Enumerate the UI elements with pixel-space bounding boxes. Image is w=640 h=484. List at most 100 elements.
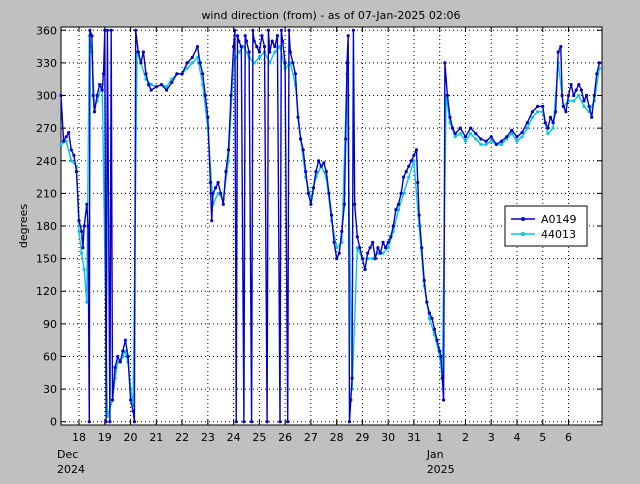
data-point [432,327,437,331]
data-point [332,240,336,244]
data-point [469,132,473,136]
data-point [195,45,200,49]
data-point [80,229,84,233]
data-point [100,88,104,92]
data-point [281,39,285,43]
data-point [88,28,92,32]
x-tick-label: 5 [539,431,546,444]
data-point [337,251,341,255]
data-point [366,251,370,255]
data-point [445,93,449,98]
data-point [351,28,355,32]
data-point [463,139,468,143]
data-point [515,135,519,139]
data-point [360,257,364,261]
data-point [416,180,420,185]
data-point [322,161,326,165]
data-point [595,72,599,76]
data-point [317,159,321,163]
data-point [510,128,514,132]
data-point [440,376,444,380]
data-point [270,39,274,43]
data-point [551,126,555,130]
y-tick-label: 210 [36,187,57,200]
data-point [391,224,395,228]
data-point [399,191,403,195]
data-point [420,246,424,250]
data-point [451,126,455,130]
data-point [301,148,305,152]
y-tick-label: 30 [43,383,57,396]
data-point [144,72,148,76]
data-point [296,115,300,119]
data-point [165,88,169,92]
data-point [525,126,529,130]
data-point [252,39,256,43]
data-point [371,240,375,244]
y-tick-label: 120 [36,285,57,298]
x-tick-label: 23 [201,431,215,444]
data-point [260,34,264,38]
x-tick-label: 30 [381,431,395,444]
data-point [141,50,145,54]
data-point [293,72,297,76]
data-point [311,186,316,190]
data-point [233,28,237,32]
data-point [402,175,406,179]
data-point [69,159,73,163]
data-point [409,159,413,163]
data-point [208,180,212,185]
data-point [319,164,323,168]
data-point [560,93,564,98]
data-point [268,50,272,54]
x-tick-label: 24 [227,431,241,444]
data-point [203,93,207,98]
data-point [175,72,179,76]
x-tick-label: 31 [407,431,421,444]
x-tick-label: 25 [252,431,266,444]
data-point [190,55,194,60]
data-point [129,398,133,402]
data-point [288,50,292,54]
data-point [353,202,357,206]
data-point [345,61,349,65]
y-tick-label: 270 [36,122,57,135]
data-point [216,180,220,185]
data-point [314,170,318,174]
data-point [376,246,380,250]
data-point [479,142,483,146]
data-point [234,420,238,424]
data-point [414,148,419,152]
x-tick-label: 4 [513,431,520,444]
data-point [597,61,602,65]
x-tick-label: 22 [175,431,189,444]
data-point [86,224,90,228]
data-point [90,34,94,38]
data-point [229,93,233,98]
data-point [407,164,411,168]
data-point [180,72,184,76]
data-point [530,110,535,114]
data-point [569,83,573,87]
data-point [244,39,249,43]
data-point [349,398,353,402]
data-point [587,104,591,108]
data-point [210,219,214,223]
data-point [279,28,283,32]
data-point [347,420,352,424]
data-point [159,83,164,87]
data-point [579,88,584,92]
data-point [250,420,254,424]
data-point [201,72,205,76]
data-point [121,349,125,353]
x-tick-label: 29 [355,431,369,444]
data-point [85,202,89,206]
legend: A0149 44013 [504,205,588,247]
data-point [219,191,223,195]
data-point [242,420,246,424]
data-point [95,93,99,98]
month-label: Dec [57,448,78,461]
data-point [185,66,189,70]
wind-direction-chart: wind direction (from) - as of 07-Jan-202… [0,0,640,480]
data-point [82,267,86,272]
